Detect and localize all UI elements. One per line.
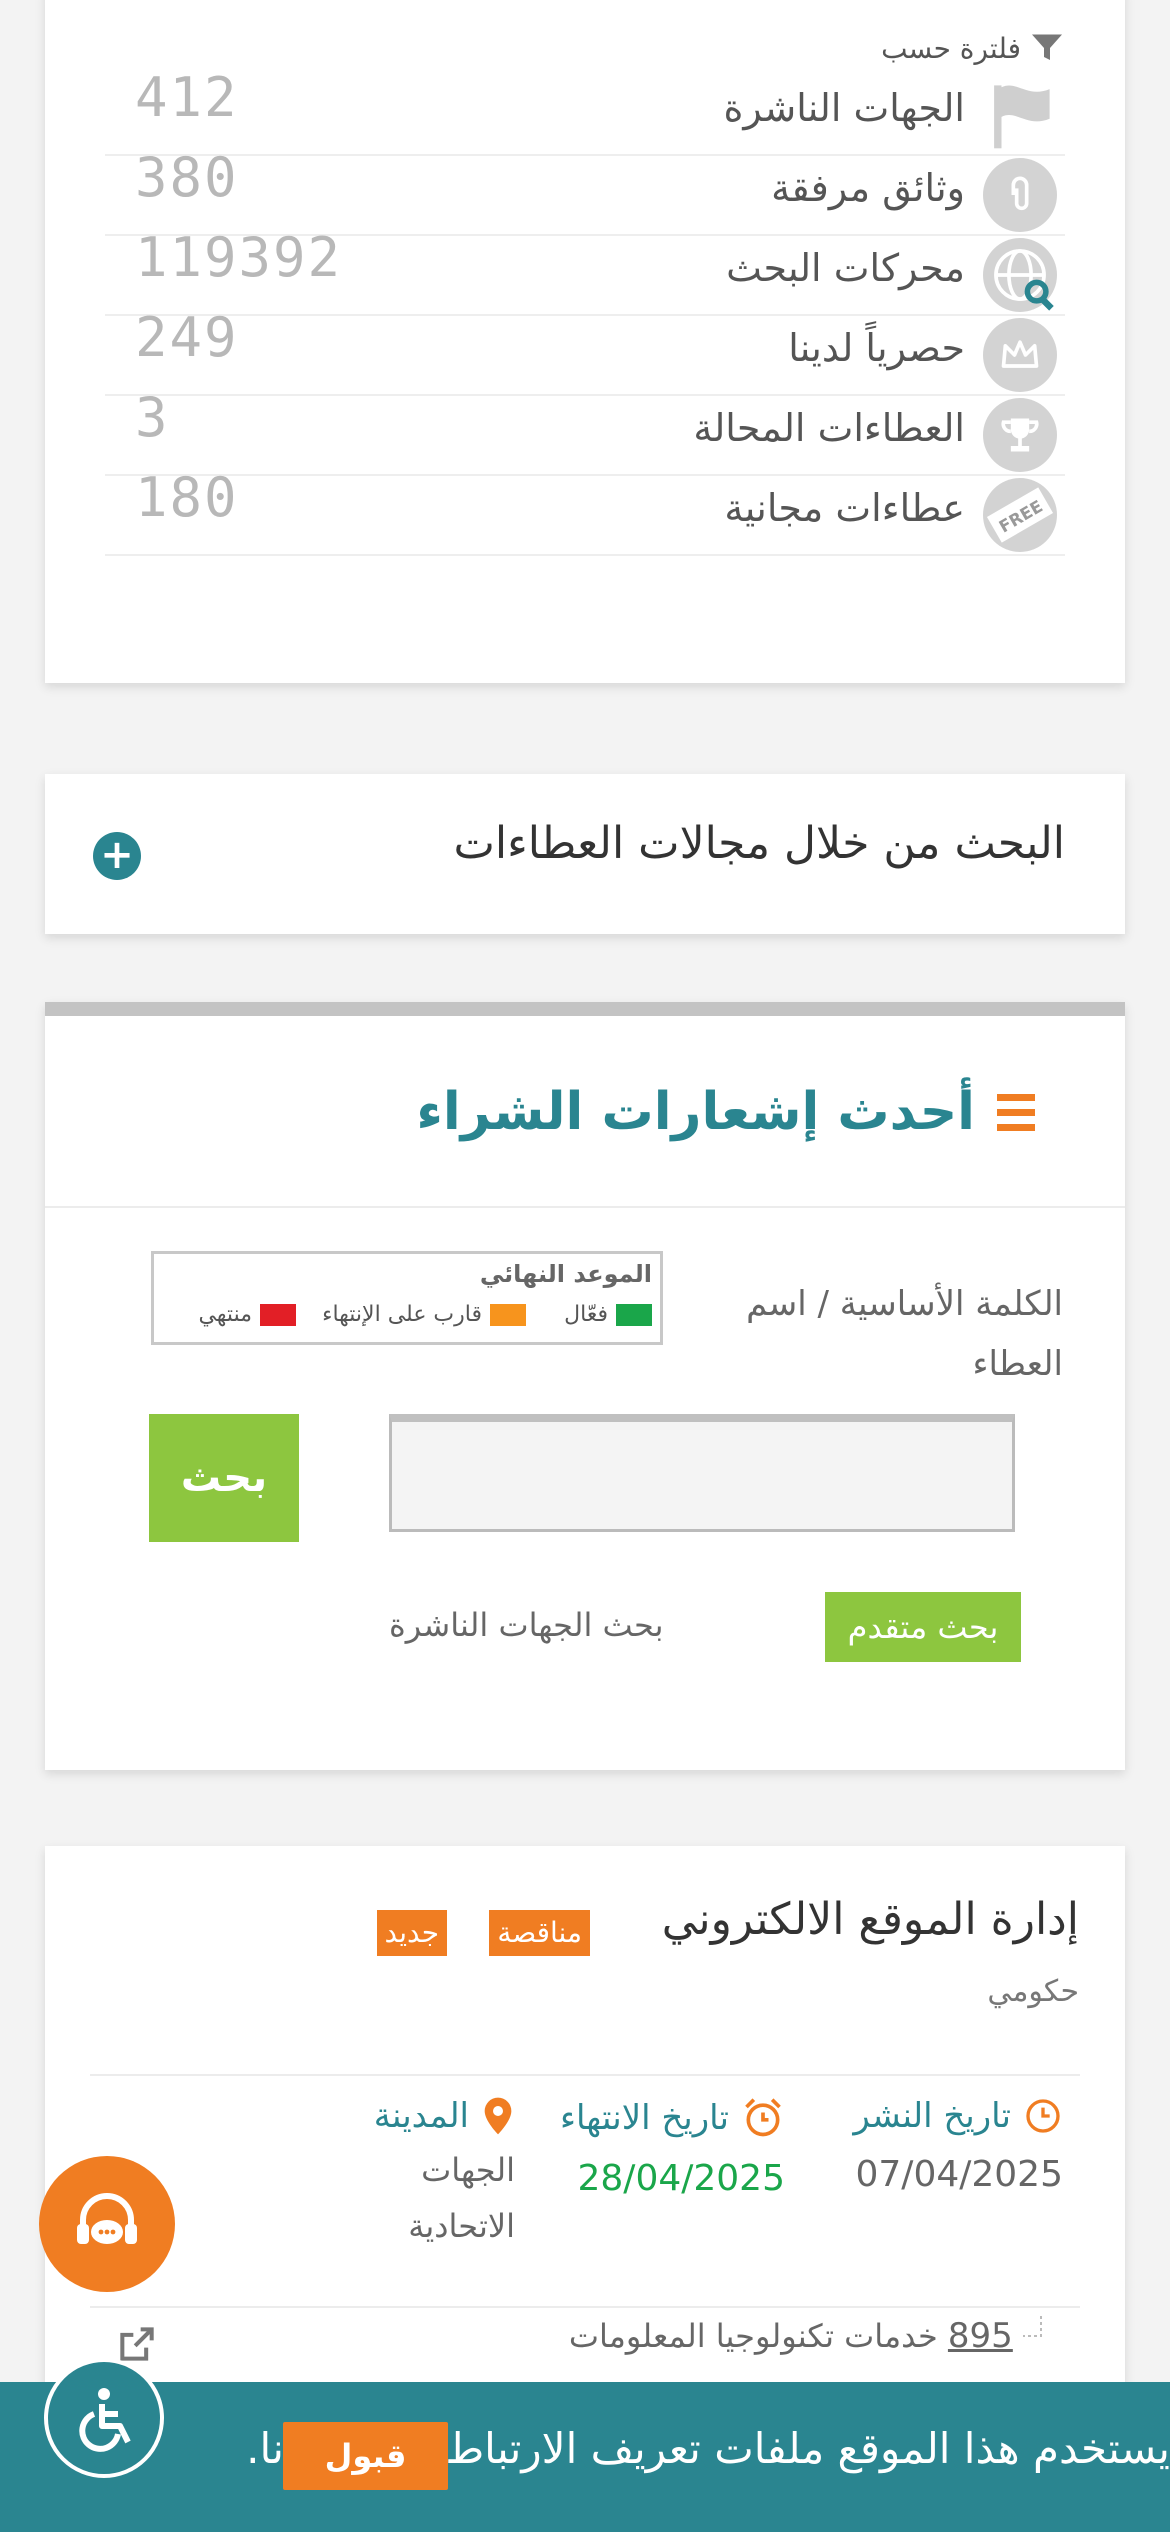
- end-date-block: تاريخ الانتهاء 28/04/2025: [560, 2096, 785, 2199]
- legend-swatch: [616, 1303, 652, 1326]
- legend-item-active: فعّال: [564, 1302, 652, 1327]
- flag-icon: [983, 78, 1057, 152]
- end-date-label: تاريخ الانتهاء: [559, 2098, 729, 2138]
- funnel-icon: [1032, 34, 1062, 60]
- filter-count: 180: [135, 466, 239, 529]
- filter-row-attachments[interactable]: 380 وثائق مرفقة: [105, 146, 1065, 236]
- divider: [90, 2306, 1080, 2308]
- filter-label: محركات البحث: [726, 246, 965, 290]
- purchase-header: أحدث إشعارات الشراء: [45, 1016, 1125, 1208]
- tree-branch-icon: [1023, 2316, 1042, 2337]
- headset-chat-icon: [77, 2193, 137, 2244]
- cookie-consent-bar: يستخدم هذا الموقع ملفات تعريف الارتباط س…: [0, 2382, 1170, 2532]
- publish-date-value: 07/04/2025: [855, 2154, 1064, 2195]
- filter-count: 412: [135, 66, 239, 129]
- filter-row-free[interactable]: 180 عطاءات مجانية FREE: [105, 466, 1065, 556]
- city-label: المدينة: [373, 2096, 469, 2136]
- filter-count: 3: [135, 386, 170, 449]
- filter-count: 380: [135, 146, 239, 209]
- filter-label: عطاءات مجانية: [724, 486, 965, 530]
- accessibility-button[interactable]: [44, 2358, 164, 2478]
- globe-search-icon: [983, 238, 1057, 312]
- category-row: 895 خدمات تكنولوجيا المعلومات: [569, 2316, 1045, 2356]
- trophy-icon: [983, 398, 1057, 472]
- purchase-title: أحدث إشعارات الشراء: [416, 1082, 975, 1142]
- tender-sector: حكومي: [987, 1974, 1079, 2009]
- legend-item-expiring: قارب على الإنتهاء: [322, 1302, 526, 1327]
- city-value: الجهات الاتحادية: [408, 2151, 515, 2245]
- deadline-legend: الموعد النهائي فعّال قارب على الإنتهاء م…: [151, 1251, 663, 1345]
- filter-heading: فلترة حسب: [881, 30, 1065, 66]
- sectors-title: البحث من خلال مجالات العطاءات: [453, 818, 1065, 869]
- city-block: المدينة الجهات الاتحادية: [355, 2096, 515, 2254]
- publishers-search-link[interactable]: بحث الجهات الناشرة: [389, 1606, 664, 1644]
- legend-title: الموعد النهائي: [479, 1260, 652, 1288]
- publish-date-block: تاريخ النشر 07/04/2025: [853, 2096, 1063, 2195]
- filter-label: حصرياً لدينا: [788, 326, 965, 370]
- crown-icon: [983, 318, 1057, 392]
- free-tag-icon: FREE: [983, 478, 1057, 552]
- legend-label: منتهي: [198, 1302, 252, 1327]
- new-badge: جديد: [376, 1910, 447, 1956]
- purchase-notices-card: أحدث إشعارات الشراء الكلمة الأساسية / اس…: [45, 1002, 1125, 1770]
- wheelchair-icon: [79, 2388, 131, 2452]
- tender-title[interactable]: إدارة الموقع الالكتروني: [662, 1894, 1079, 1945]
- filter-row-publishers[interactable]: 412 الجهات الناشرة: [105, 66, 1065, 156]
- search-button[interactable]: بحث: [149, 1414, 299, 1542]
- alarm-clock-icon: [745, 2098, 781, 2137]
- location-pin-icon: [484, 2097, 512, 2135]
- keyword-search-input[interactable]: [389, 1414, 1015, 1532]
- filter-row-awarded[interactable]: 3 العطاءات المحالة: [105, 386, 1065, 476]
- filter-heading-label: فلترة حسب: [881, 31, 1021, 65]
- filter-row-search-engines[interactable]: 119392 محركات البحث: [105, 226, 1065, 316]
- filter-count: 249: [135, 306, 239, 369]
- menu-icon[interactable]: [997, 1094, 1035, 1139]
- category-name: خدمات تكنولوجيا المعلومات: [568, 2317, 938, 2355]
- legend-label: فعّال: [564, 1302, 608, 1327]
- accept-cookies-button[interactable]: قبول: [283, 2422, 448, 2490]
- legend-swatch: [490, 1303, 526, 1326]
- clock-icon: [1026, 2099, 1060, 2133]
- filter-card: فلترة حسب 412 الجهات الناشرة 380 وثائق م…: [45, 0, 1125, 683]
- legend-label: قارب على الإنتهاء: [322, 1302, 482, 1327]
- filter-label: وثائق مرفقة: [771, 166, 965, 210]
- filter-row-exclusive[interactable]: 249 حصرياً لدينا: [105, 306, 1065, 396]
- keyword-label: الكلمة الأساسية / اسم العطاء: [746, 1284, 1063, 1384]
- filter-label: العطاءات المحالة: [693, 406, 965, 450]
- tender-type-badge: مناقصة: [489, 1910, 590, 1956]
- filter-count: 119392: [135, 226, 343, 289]
- advanced-search-button[interactable]: بحث متقدم: [825, 1592, 1021, 1662]
- filter-label: الجهات الناشرة: [723, 86, 965, 130]
- end-date-value: 28/04/2025: [577, 2158, 786, 2199]
- publish-date-label: تاريخ النشر: [853, 2096, 1011, 2136]
- category-number[interactable]: 895: [948, 2316, 1013, 2356]
- legend-item-expired: منتهي: [198, 1302, 296, 1327]
- legend-swatch: [260, 1303, 296, 1326]
- divider: [90, 2074, 1080, 2076]
- sectors-accordion[interactable]: البحث من خلال مجالات العطاءات +: [45, 774, 1125, 934]
- support-chat-button[interactable]: [39, 2156, 175, 2292]
- paperclip-icon: [983, 158, 1057, 232]
- plus-icon[interactable]: +: [93, 832, 141, 880]
